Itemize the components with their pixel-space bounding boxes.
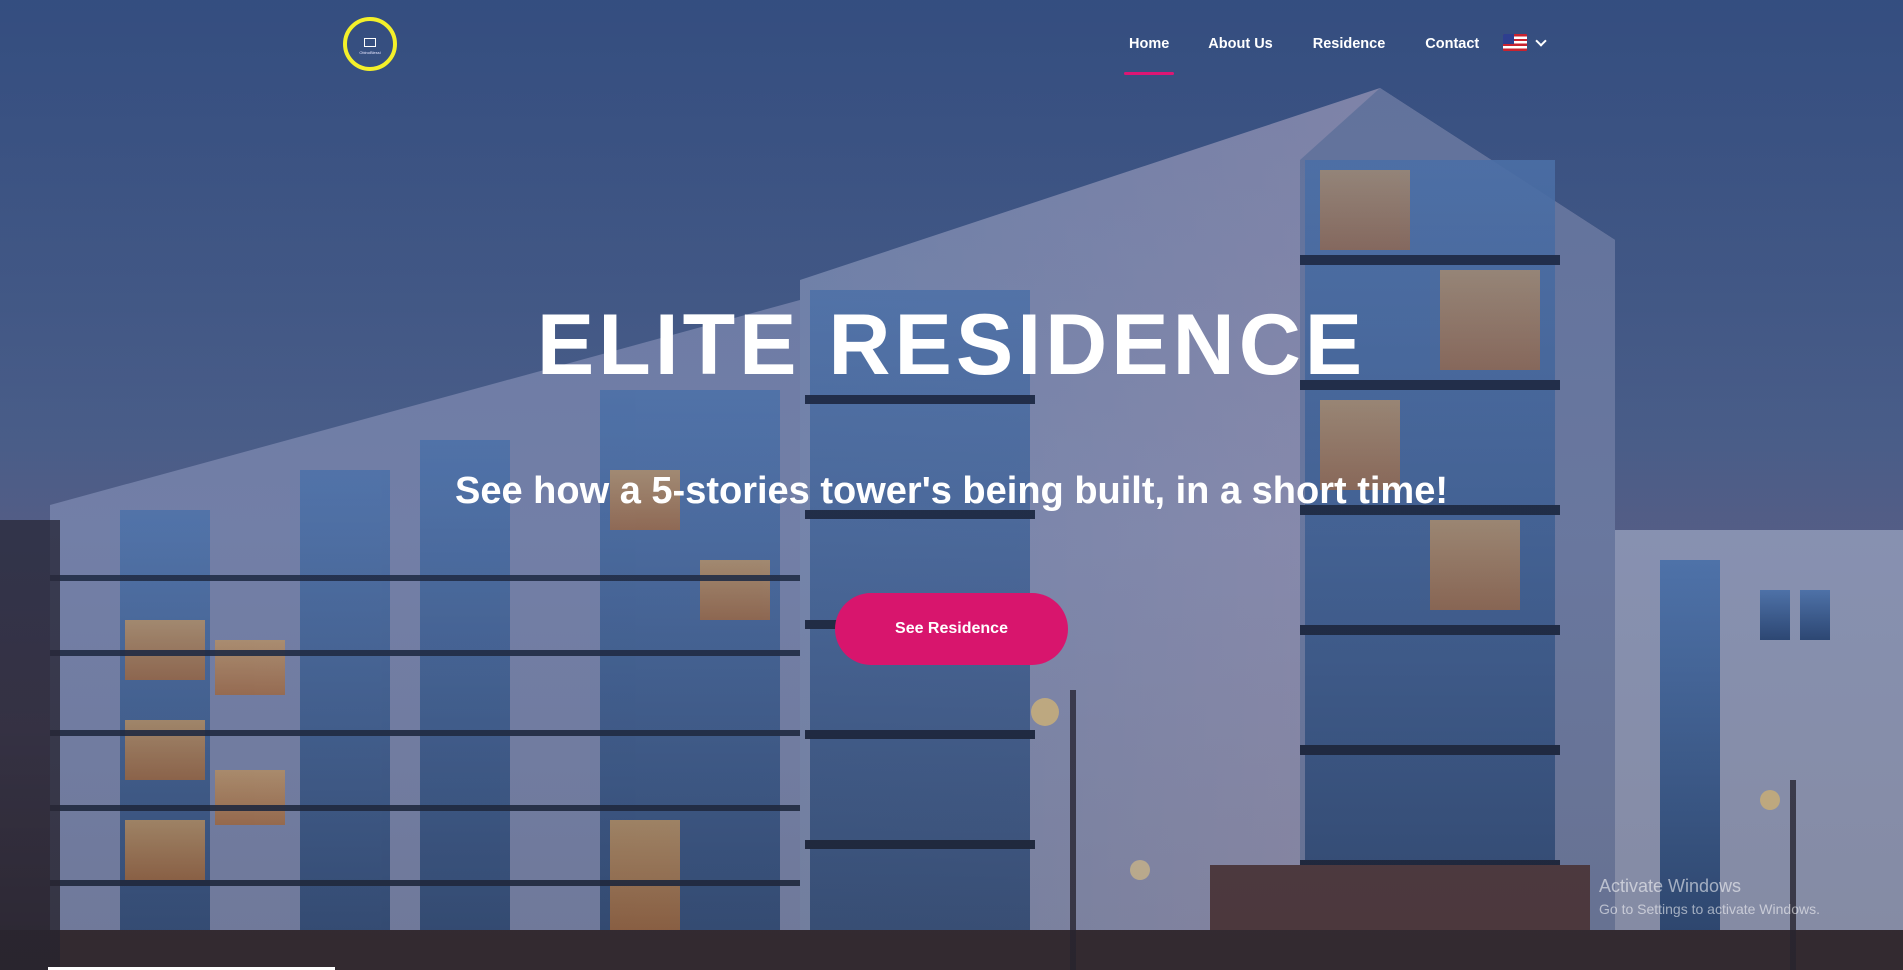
site-logo[interactable]: ObinoBlessi bbox=[343, 17, 397, 71]
logo-mark-icon bbox=[364, 37, 376, 47]
see-residence-button[interactable]: See Residence bbox=[835, 593, 1068, 665]
nav-home-link[interactable]: Home bbox=[1123, 36, 1175, 75]
nav-residence-link[interactable]: Residence bbox=[1313, 36, 1386, 52]
language-selector[interactable] bbox=[1503, 34, 1547, 51]
nav-contact-link[interactable]: Contact bbox=[1425, 36, 1479, 52]
watermark-line-1: Activate Windows bbox=[1599, 876, 1742, 896]
navbar: ObinoBlessi Home About Us Residence Cont… bbox=[0, 0, 1903, 92]
us-flag-icon bbox=[1503, 34, 1527, 51]
chevron-down-icon bbox=[1535, 34, 1547, 47]
watermark-line-2: Go to Settings to activate Windows. bbox=[1599, 901, 1820, 917]
windows-activation-watermark: Activate Windows Go to Settings to activ… bbox=[1599, 876, 1820, 917]
hero-subtitle: See how a 5-stories tower's being built,… bbox=[455, 470, 1448, 512]
nav-about-link[interactable]: About Us bbox=[1208, 36, 1272, 52]
main-nav: Home About Us Residence Contact bbox=[1123, 36, 1479, 75]
hero-title: ELITE RESIDENCE bbox=[536, 297, 1367, 393]
logo-text: ObinoBlessi bbox=[359, 49, 381, 55]
